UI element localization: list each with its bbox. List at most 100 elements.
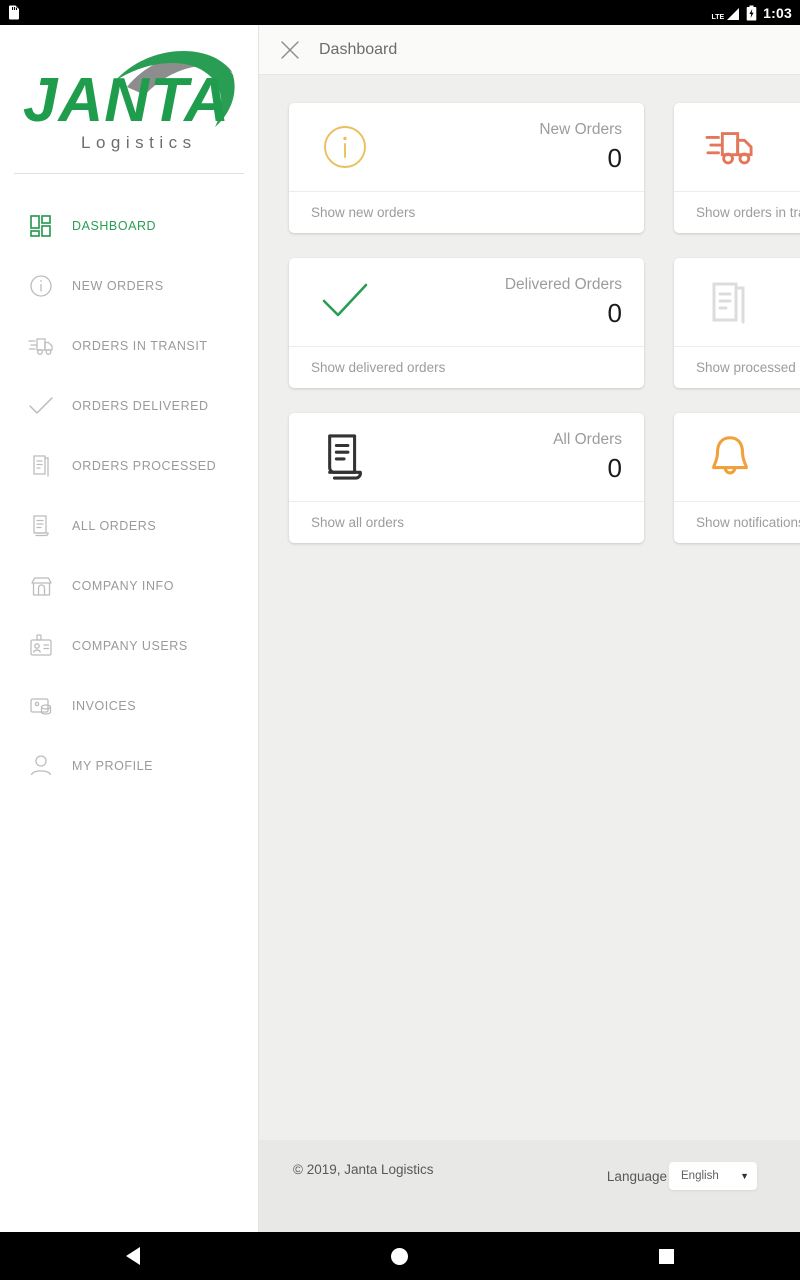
battery-charging-icon [746,5,757,20]
card-notifications[interactable]: Notifications 0 Show notifications [674,413,800,543]
language-switcher: Language English ▼ [607,1162,757,1190]
bell-icon [702,429,758,485]
person-icon [26,751,56,781]
documents-stack-icon [702,274,758,330]
device-screen: LTE 1:03 JANTA Logistics DASHBOARD NEW O… [0,0,800,1280]
card-link[interactable]: Show new orders [311,205,415,220]
close-x-icon[interactable] [277,37,303,63]
card-delivered-orders[interactable]: Delivered Orders 0 Show delivered orders [289,258,644,388]
sidebar-item-dashboard[interactable]: DASHBOARD [0,196,258,256]
sidebar-item-label: ORDERS IN TRANSIT [72,339,208,353]
sidebar-item-orders-delivered[interactable]: ORDERS DELIVERED [0,376,258,436]
sidebar-item-all-orders[interactable]: ALL ORDERS [0,496,258,556]
lte-signal-icon: LTE [711,5,740,21]
sidebar-item-company-users[interactable]: COMPANY USERS [0,616,258,676]
sidebar: JANTA Logistics DASHBOARD NEW ORDERS ORD… [0,25,259,1232]
language-label: Language [606,1168,667,1184]
sidebar-item-label: COMPANY USERS [72,639,188,653]
info-circle-icon [317,119,373,175]
cards-column-left: New Orders 0 Show new orders Delivered O… [289,103,644,543]
language-value: English [681,1170,719,1182]
card-meta: All Orders 0 [553,430,622,484]
card-all-orders[interactable]: All Orders 0 Show all orders [289,413,644,543]
sidebar-item-company-info[interactable]: COMPANY INFO [0,556,258,616]
card-link[interactable]: Show notifications [696,515,800,530]
card-footer[interactable]: Show delivered orders [289,346,644,388]
sidebar-nav: DASHBOARD NEW ORDERS ORDERS IN TRANSIT O… [0,174,258,796]
card-link[interactable]: Show orders in transit [696,205,800,220]
sidebar-item-orders-in-transit[interactable]: ORDERS IN TRANSIT [0,316,258,376]
content-area: Dashboard New Orders 0 Show new orders D… [259,25,800,1232]
sidebar-item-new-orders[interactable]: NEW ORDERS [0,256,258,316]
card-footer[interactable]: Show processed orders [674,346,800,388]
status-bar-right: LTE 1:03 [711,5,792,21]
card-top: New Orders 0 [289,103,644,191]
sidebar-item-label: INVOICES [72,699,137,713]
sidebar-item-my-profile[interactable]: MY PROFILE [0,736,258,796]
svg-text:Logistics: Logistics [81,133,197,152]
page-footer: © 2019, Janta Logistics Language English… [259,1140,800,1232]
card-meta: Delivered Orders 0 [505,275,622,329]
delivery-truck-icon [702,119,758,175]
copyright-text: © 2019, Janta Logistics [293,1162,434,1177]
card-link[interactable]: Show processed orders [696,360,800,375]
sidebar-item-label: DASHBOARD [72,219,157,233]
android-nav-bar [0,1232,800,1280]
card-footer[interactable]: Show all orders [289,501,644,543]
documents-stack-icon [26,451,56,481]
language-select[interactable]: English ▼ [669,1162,757,1190]
sidebar-item-invoices[interactable]: INVOICES [0,676,258,736]
card-title: New Orders [539,121,622,138]
card-footer[interactable]: Show orders in transit [674,191,800,233]
lte-label: LTE [711,13,725,21]
page-title: Dashboard [319,40,398,58]
sidebar-item-label: MY PROFILE [72,759,153,773]
card-title: Delivered Orders [504,276,622,293]
svg-text:JANTA: JANTA [23,66,230,135]
card-link[interactable]: Show all orders [311,515,404,530]
home-circle-icon[interactable] [370,1232,430,1280]
store-icon [26,571,56,601]
card-footer[interactable]: Show notifications [674,501,800,543]
card-footer[interactable]: Show new orders [289,191,644,233]
brand-logo[interactable]: JANTA Logistics [0,25,258,173]
dashboard-cards-region: New Orders 0 Show new orders Delivered O… [259,75,800,1140]
cards-column-right: Orders In Transit 0 Show orders in trans… [674,103,800,543]
check-icon [26,391,56,421]
delivery-truck-icon [26,331,56,361]
document-icon [26,511,56,541]
android-status-bar: LTE 1:03 [0,0,800,25]
sidebar-item-label: ORDERS PROCESSED [72,459,217,473]
card-top: Delivered Orders 0 [289,258,644,346]
info-circle-icon [26,271,56,301]
status-bar-left [8,5,20,20]
wallet-icon [26,691,56,721]
card-top: Orders In Transit 0 [674,103,800,191]
page-topbar: Dashboard [259,25,800,75]
card-top: Processed Orders 0 [674,258,800,346]
card-processed-orders[interactable]: Processed Orders 0 Show processed orders [674,258,800,388]
sidebar-item-label: ALL ORDERS [72,519,157,533]
sidebar-item-label: NEW ORDERS [72,279,164,293]
sidebar-item-label: COMPANY INFO [72,579,174,593]
card-value: 0 [607,298,622,328]
card-orders-in-transit[interactable]: Orders In Transit 0 Show orders in trans… [674,103,800,233]
back-triangle-icon[interactable] [103,1232,163,1280]
dashboard-cards-grid: New Orders 0 Show new orders Delivered O… [289,103,800,543]
card-value: 0 [607,453,622,483]
sd-card-icon [9,5,19,20]
check-icon [317,274,373,330]
card-top: Notifications 0 [674,413,800,501]
dashboard-grid-icon [26,211,56,241]
sidebar-item-orders-processed[interactable]: ORDERS PROCESSED [0,436,258,496]
card-meta: New Orders 0 [539,120,622,174]
sidebar-item-label: ORDERS DELIVERED [72,399,209,413]
card-new-orders[interactable]: New Orders 0 Show new orders [289,103,644,233]
id-badge-icon [26,631,56,661]
chevron-down-icon: ▼ [740,1171,749,1181]
card-title: All Orders [553,431,622,448]
card-link[interactable]: Show delivered orders [311,360,445,375]
document-icon [317,429,373,485]
recents-square-icon[interactable] [637,1232,697,1280]
app-container: JANTA Logistics DASHBOARD NEW ORDERS ORD… [0,25,800,1232]
